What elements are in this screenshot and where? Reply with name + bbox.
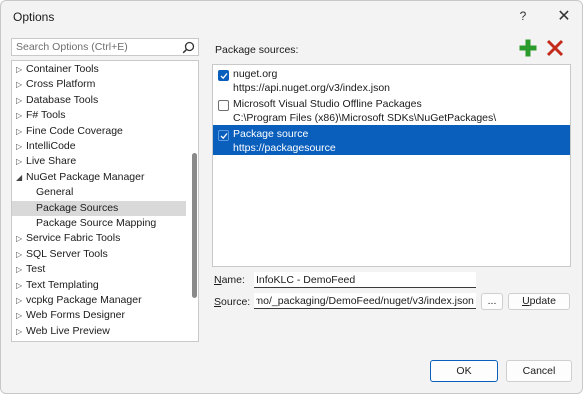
- expanded-arrow-icon[interactable]: ◢: [16, 170, 24, 185]
- tree-item[interactable]: Package Sources: [12, 200, 186, 216]
- search-input[interactable]: [12, 39, 180, 55]
- name-field[interactable]: [254, 272, 476, 288]
- ok-button[interactable]: OK: [430, 360, 498, 382]
- tree-item[interactable]: ▷ Text Templating: [12, 278, 186, 293]
- add-source-icon[interactable]: [518, 38, 538, 58]
- close-button[interactable]: ✕: [553, 6, 575, 25]
- tree-item-label: Service Fabric Tools: [26, 232, 121, 245]
- remove-source-icon[interactable]: [545, 38, 565, 58]
- collapsed-arrow-icon[interactable]: ▷: [16, 139, 24, 154]
- tree-item-label: Fine Code Coverage: [26, 124, 123, 137]
- source-name: nuget.org: [233, 68, 278, 80]
- package-sources-list: nuget.org https://api.nuget.org/v3/index.…: [212, 64, 571, 267]
- tree-item-label: Web Forms Designer: [26, 309, 126, 322]
- tree-item[interactable]: ▷ Test: [12, 262, 186, 277]
- tree-item[interactable]: ▷ Web Live Preview: [12, 324, 186, 339]
- collapsed-arrow-icon[interactable]: ▷: [16, 324, 24, 339]
- cancel-button[interactable]: Cancel: [506, 360, 572, 382]
- tree-item[interactable]: ▷ IntelliCode: [12, 139, 186, 154]
- tree-item[interactable]: ▷ Container Tools: [12, 62, 186, 77]
- tree-item[interactable]: ▷ Web Forms Designer: [12, 308, 186, 323]
- collapsed-arrow-icon[interactable]: ▷: [16, 93, 24, 108]
- tree-item[interactable]: ▷ Service Fabric Tools: [12, 231, 186, 246]
- browse-button[interactable]: ...: [481, 293, 503, 310]
- collapsed-arrow-icon[interactable]: ▷: [16, 124, 24, 139]
- tree-item-label: Container Tools: [26, 63, 99, 75]
- tree-item[interactable]: ▷ Cross Platform: [12, 77, 186, 92]
- tree-item[interactable]: ▷ F# Tools: [12, 108, 186, 123]
- search-box: [11, 38, 199, 56]
- tree-item-label: vcpkg Package Manager: [26, 294, 142, 306]
- tree-item-label: IntelliCode: [26, 140, 76, 152]
- name-label: Name:: [214, 274, 245, 286]
- tree-item-label: NuGet Package Manager: [26, 170, 145, 183]
- tree-item-label: Package Sources: [36, 201, 119, 214]
- collapsed-arrow-icon[interactable]: ▷: [16, 262, 24, 277]
- tree-item[interactable]: ▷ Fine Code Coverage: [12, 124, 186, 139]
- help-button[interactable]: ?: [512, 9, 534, 27]
- dialog-title: Options: [13, 10, 55, 24]
- package-source-item[interactable]: Microsoft Visual Studio Offline Packages…: [213, 95, 570, 125]
- tree-item-label: Text Templating: [26, 278, 99, 291]
- options-tree: ▷ Web Live Preview ▷ Web Forms Designer ▷ vcp…: [11, 60, 199, 342]
- source-url: C:\Program Files (x86)\Microsoft SDKs\Nu…: [233, 112, 497, 124]
- collapsed-arrow-icon[interactable]: ▷: [16, 278, 24, 293]
- update-button[interactable]: Update: [508, 293, 570, 310]
- source-label: Source:: [214, 296, 251, 308]
- options-dialog: Options ? ✕ ▷Web Live Preview▷Web Forms …: [0, 0, 583, 394]
- tree-item[interactable]: ▷ vcpkg Package Manager: [12, 293, 186, 308]
- source-name: Package source: [233, 128, 309, 140]
- tree-item[interactable]: Package Source Mapping: [12, 216, 186, 231]
- tree-item[interactable]: General: [12, 185, 186, 200]
- package-sources-label: Package sources:: [215, 44, 299, 56]
- package-source-item[interactable]: nuget.org https://api.nuget.org/v3/index.…: [213, 65, 570, 95]
- collapsed-arrow-icon[interactable]: ▷: [16, 77, 24, 92]
- tree-item-label: Database Tools: [26, 93, 99, 106]
- tree-item[interactable]: ▷ SQL Server Tools: [12, 247, 186, 262]
- tree-item-label: Cross Platform: [26, 78, 96, 91]
- source-name: Microsoft Visual Studio Offline Packages: [233, 98, 422, 110]
- tree-item-label: Test: [26, 263, 46, 276]
- tree-item[interactable]: ▷ Database Tools: [12, 93, 186, 108]
- tree-scrollbar-thumb[interactable]: [192, 153, 197, 298]
- tree-item[interactable]: ◢ NuGet Package Manager: [12, 170, 186, 185]
- source-url: https://api.nuget.org/v3/index.json: [233, 82, 391, 94]
- tree-item-label: General: [36, 186, 74, 199]
- source-field[interactable]: [254, 293, 476, 309]
- tree-item-label: Web Live Preview: [26, 324, 110, 337]
- title-bar: Options ? ✕: [1, 1, 582, 33]
- collapsed-arrow-icon[interactable]: ▷: [16, 308, 24, 323]
- tree-item-label: SQL Server Tools: [26, 247, 108, 260]
- enable-checkbox[interactable]: [218, 130, 229, 141]
- package-source-item[interactable]: Package source https://packagesource: [213, 125, 570, 155]
- tree-item-label: Live Share: [26, 155, 77, 168]
- collapsed-arrow-icon[interactable]: ▷: [16, 108, 24, 123]
- collapsed-arrow-icon[interactable]: ▷: [16, 62, 24, 77]
- collapsed-arrow-icon[interactable]: ▷: [16, 231, 24, 246]
- collapsed-arrow-icon[interactable]: ▷: [16, 247, 24, 262]
- tree-item-label: Package Source Mapping: [36, 217, 157, 229]
- collapsed-arrow-icon[interactable]: ▷: [16, 154, 24, 169]
- enable-checkbox[interactable]: [218, 70, 229, 81]
- enable-checkbox[interactable]: [218, 100, 229, 111]
- tree-item[interactable]: ▷ Live Share: [12, 154, 186, 169]
- collapsed-arrow-icon[interactable]: ▷: [16, 293, 24, 308]
- source-url: https://packagesource: [233, 142, 336, 154]
- tree-item-label: F# Tools: [26, 109, 66, 122]
- search-icon[interactable]: [182, 41, 195, 54]
